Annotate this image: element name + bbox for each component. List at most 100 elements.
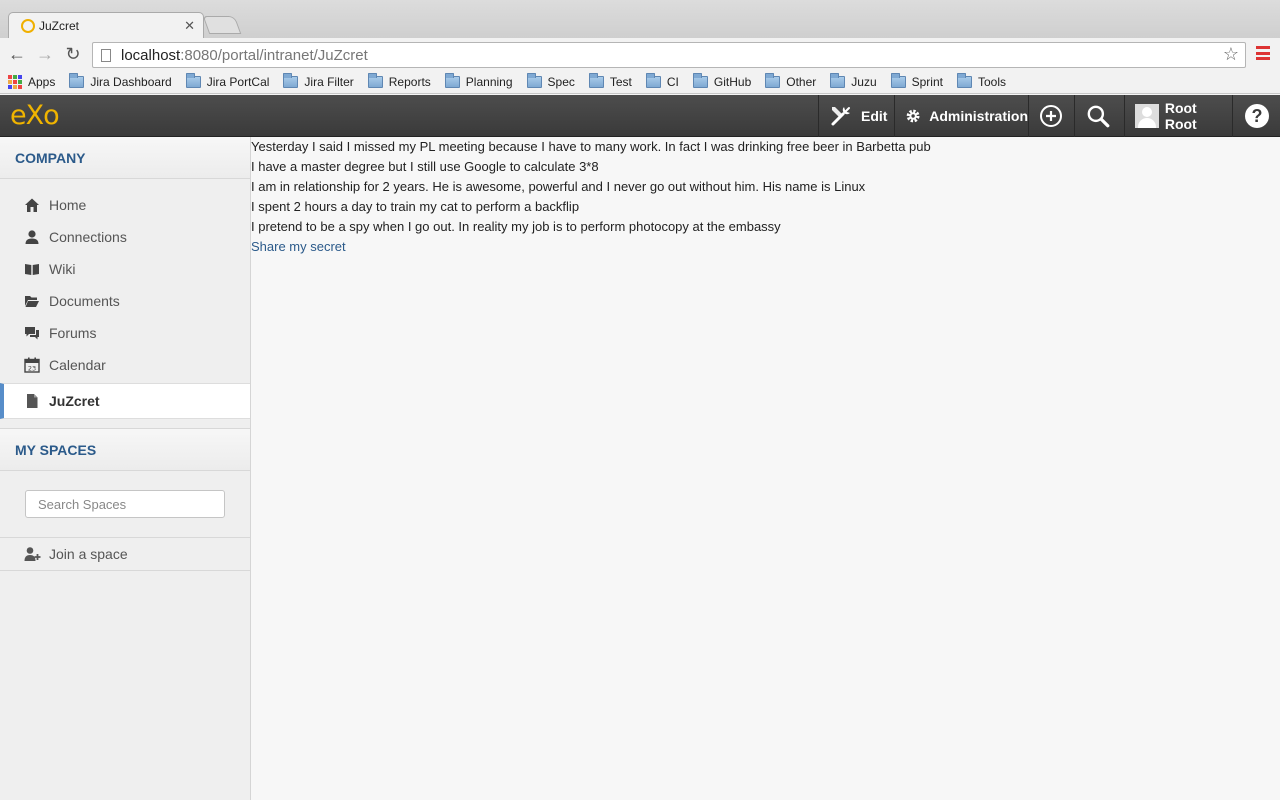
user-menu[interactable]: Root Root [1124, 95, 1232, 137]
sidebar-item-forums[interactable]: Forums [0, 317, 250, 349]
bookmark-folder[interactable]: Jira Dashboard [69, 72, 172, 89]
bookmark-label: Jira Dashboard [90, 74, 172, 89]
home-icon [25, 198, 39, 212]
bookmark-folder[interactable]: GitHub [692, 72, 752, 89]
administration-button[interactable]: Administration [894, 95, 1028, 137]
tab-title: JuZcret [39, 18, 80, 33]
search-button[interactable] [1074, 95, 1124, 137]
folder-icon [283, 72, 299, 88]
search-icon [1087, 105, 1110, 128]
bookmark-label: Apps [28, 74, 56, 89]
bookmark-folder[interactable]: Spec [526, 72, 575, 89]
bookmark-label: CI [666, 74, 679, 89]
page-icon [27, 394, 38, 408]
sidebar-item-label: JuZcret [49, 393, 100, 409]
sidebar-item-label: Forums [49, 325, 97, 341]
sidebar-item-home[interactable]: Home [0, 189, 250, 221]
bookmark-folder[interactable]: Sprint [890, 72, 943, 89]
sidebar-item-calendar[interactable]: 23 Calendar [0, 349, 250, 381]
folder-icon [645, 72, 661, 88]
bookmark-star-icon[interactable]: ☆ [1223, 44, 1239, 65]
exo-top-bar: eXo Edit Administration Root Root ? [0, 95, 1280, 137]
bookmark-label: Planning [465, 74, 513, 89]
my-spaces-section-title: MY SPACES [0, 429, 250, 471]
help-icon: ? [1245, 104, 1269, 128]
sidebar-item-connections[interactable]: Connections [0, 221, 250, 253]
sidebar-item-label: Connections [49, 229, 127, 245]
sidebar-item-label: Documents [49, 293, 120, 309]
reload-icon[interactable]: ↻ [63, 44, 83, 64]
add-button[interactable] [1028, 95, 1074, 137]
browser-tab-strip: JuZcret ✕ [0, 0, 1280, 38]
folder-icon [956, 72, 972, 88]
address-bar[interactable]: localhost:8080/portal/intranet/JuZcret ☆ [92, 42, 1246, 68]
browser-toolbar: ← → ↻ localhost:8080/portal/intranet/JuZ… [0, 38, 1280, 70]
folder-icon [185, 72, 201, 88]
calendar-day: 23 [28, 365, 36, 373]
secret-item: I have a master degree but I still use G… [251, 159, 599, 174]
bookmarks-bar: Apps Jira Dashboard Jira PortCal Jira Fi… [0, 70, 1280, 94]
bookmark-folder[interactable]: CI [645, 72, 679, 89]
loading-icon [21, 18, 35, 33]
bookmark-label: Tools [977, 74, 1006, 89]
share-secret-link[interactable]: Share my secret [251, 239, 346, 254]
bookmark-label: GitHub [713, 74, 752, 89]
exo-logo[interactable]: eXo [10, 101, 60, 131]
bookmark-folder[interactable]: Planning [444, 72, 513, 89]
add-user-icon [24, 547, 41, 561]
bookmark-folder[interactable]: Reports [367, 72, 431, 89]
secret-item: I pretend to be a spy when I go out. In … [251, 219, 781, 234]
back-arrow-icon[interactable]: ← [7, 44, 27, 64]
sidebar-item-documents[interactable]: Documents [0, 285, 250, 317]
sidebar-item-label: Calendar [49, 357, 106, 373]
search-spaces-input[interactable] [25, 490, 225, 518]
bookmark-label: Other [786, 74, 817, 89]
folder-icon [890, 72, 906, 88]
new-tab-button[interactable] [202, 16, 242, 34]
folder-icon [765, 72, 781, 88]
edit-label: Edit [861, 108, 888, 124]
bookmark-apps[interactable]: Apps [8, 74, 56, 89]
bookmark-folder[interactable]: Juzu [830, 72, 877, 89]
join-space-link[interactable]: Join a space [0, 538, 250, 571]
bookmark-folder[interactable]: Test [588, 72, 632, 89]
bookmark-label: Test [609, 74, 632, 89]
help-button[interactable]: ? [1232, 95, 1280, 137]
apps-grid-icon [8, 74, 22, 89]
edit-button[interactable]: Edit [818, 95, 896, 137]
bookmark-folder[interactable]: Jira Filter [283, 72, 354, 89]
tools-icon [831, 107, 850, 126]
administration-label: Administration [929, 108, 1028, 124]
main-content: Yesterday I said I missed my PL meeting … [251, 137, 1280, 800]
folder-icon [69, 72, 85, 88]
close-tab-icon[interactable]: ✕ [184, 19, 195, 32]
folder-icon [526, 72, 542, 88]
sidebar-item-juzcret[interactable]: JuZcret [0, 383, 250, 419]
user-name: Root Root [1164, 100, 1197, 132]
forward-arrow-icon[interactable]: → [35, 44, 55, 64]
bookmark-label: Spec [547, 74, 575, 89]
bookmark-label: Jira Filter [304, 74, 354, 89]
browser-tab[interactable]: JuZcret ✕ [8, 12, 204, 38]
bookmark-label: Jira PortCal [206, 74, 270, 89]
bookmark-folder[interactable]: Jira PortCal [185, 72, 270, 89]
bookmark-folder[interactable]: Tools [956, 72, 1006, 89]
folder-icon [367, 72, 383, 88]
folder-icon [830, 72, 846, 88]
sidebar-item-label: Home [49, 197, 87, 213]
gear-icon [906, 109, 920, 123]
folder-open-icon [25, 296, 39, 307]
plus-circle-icon [1040, 105, 1062, 127]
join-space-label: Join a space [49, 546, 128, 562]
url-host: localhost [121, 46, 181, 64]
browser-menu-icon[interactable] [1256, 46, 1270, 60]
calendar-icon: 23 [24, 357, 40, 373]
page-icon [101, 48, 111, 62]
book-icon [25, 264, 39, 275]
bookmark-folder[interactable]: Other [765, 72, 817, 89]
sidebar-item-label: Wiki [49, 261, 76, 277]
chat-icon [25, 327, 39, 340]
folder-icon [692, 72, 708, 88]
folder-icon [444, 72, 460, 88]
sidebar-item-wiki[interactable]: Wiki [0, 253, 250, 285]
